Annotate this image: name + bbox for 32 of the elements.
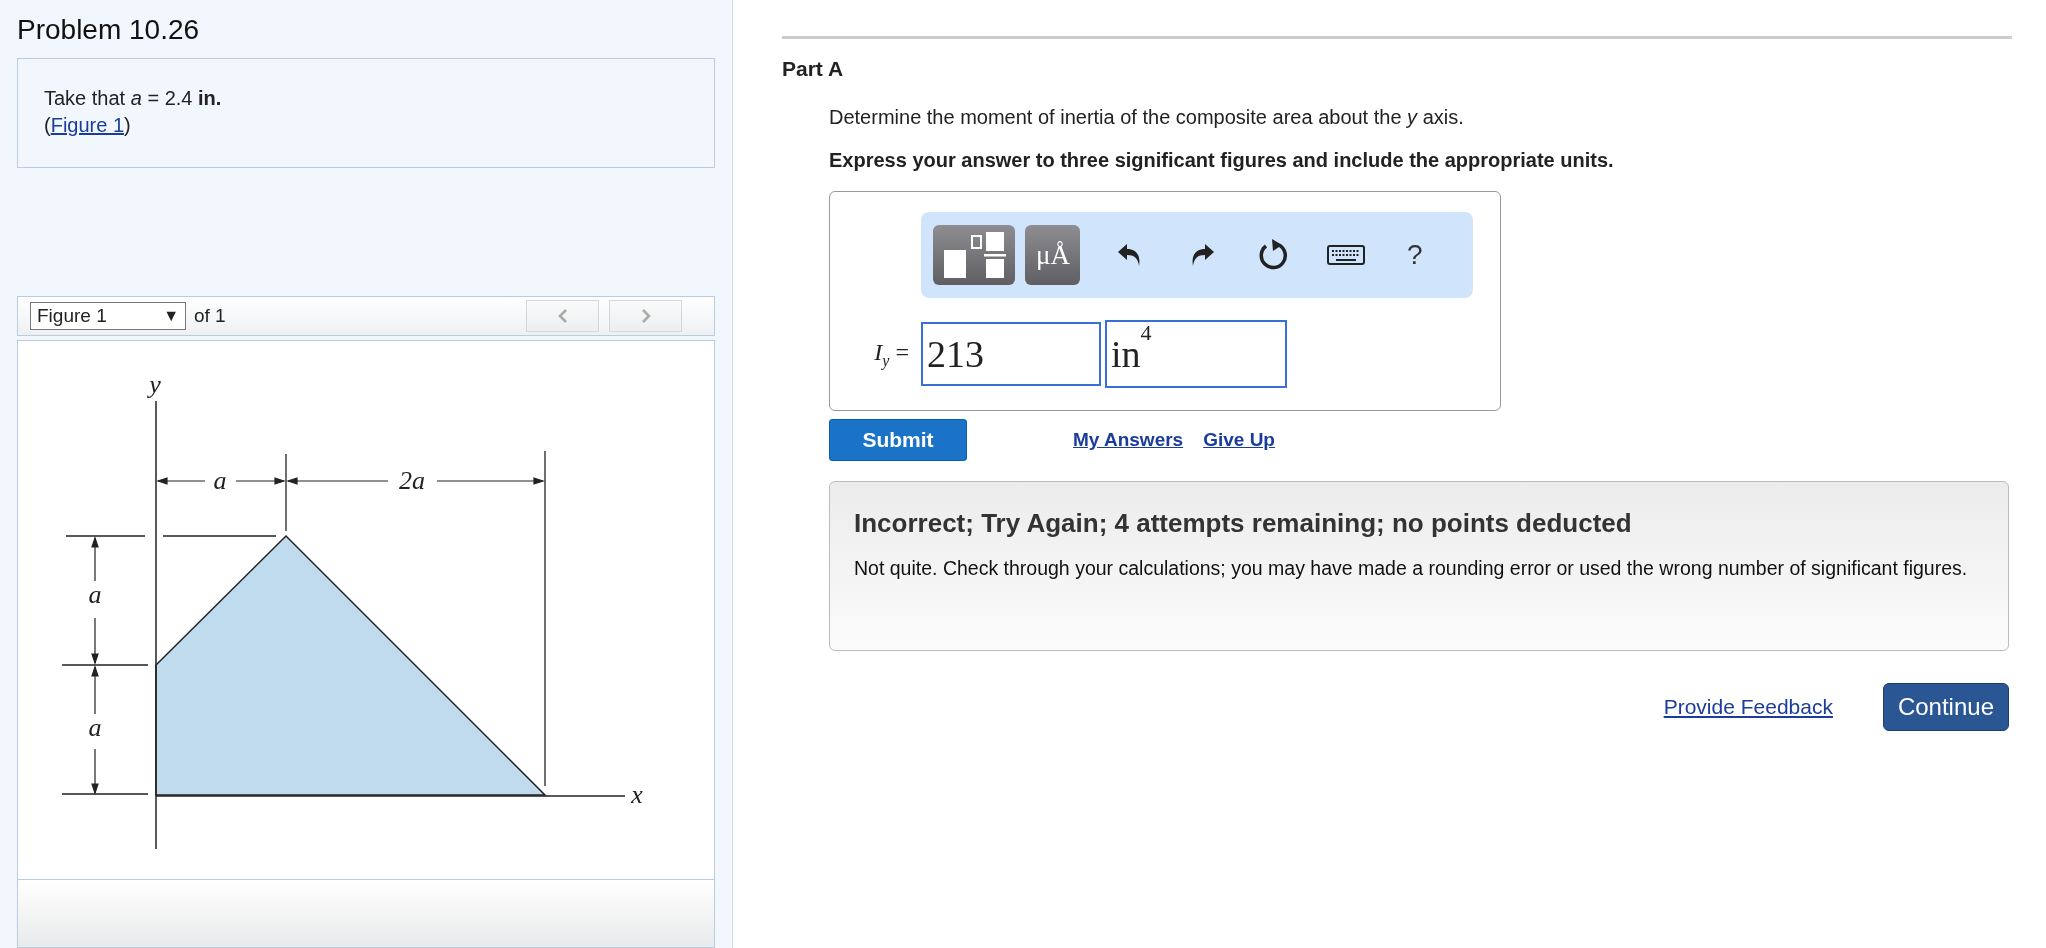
answer-label: I$_{y}$ =	[873, 338, 910, 370]
dimension-label: a	[88, 713, 102, 742]
instruction-text: Express your answer to three significant figures and include the appropriate units.	[829, 149, 1615, 172]
dimension-label: a	[88, 580, 102, 609]
templates-button[interactable]	[933, 225, 1016, 285]
figure-reference: (Figure 1)	[44, 113, 132, 138]
continue-button[interactable]: Continue	[1882, 683, 2009, 731]
templates-icon	[942, 232, 1007, 278]
chevron-left-icon	[557, 308, 568, 324]
submit-button[interactable]: Submit	[829, 419, 967, 461]
axis-label: x	[631, 780, 643, 809]
figure-count: of 1	[194, 305, 226, 327]
feedback-link[interactable]: Provide Feedback	[1663, 695, 1833, 719]
action-link[interactable]: My Answers	[1073, 429, 1184, 451]
axis-label: y	[149, 370, 161, 399]
dimension-label: a	[213, 466, 227, 495]
action-link[interactable]: Give Up	[1203, 429, 1275, 451]
keyboard-icon	[1327, 245, 1366, 265]
part-title: Part A	[782, 57, 845, 81]
value-field[interactable]: 213	[921, 322, 1101, 386]
feedback-message: Not quite. Check through your calculations; you may have made a rounding error or used the wrong number of significant figures.	[854, 556, 1969, 581]
dimension-label: 2a	[399, 466, 425, 495]
question-text: Determine the moment of inertia of the composite area about the y axis.	[829, 106, 1465, 129]
units-field[interactable]: in$^{4}$	[1105, 320, 1287, 388]
figure-link[interactable]: Figure 1	[50, 114, 125, 136]
figure-select[interactable]: Figure 1 ▼	[30, 302, 186, 330]
units-button[interactable]: μÅ	[1025, 225, 1081, 285]
help-button[interactable]: ?	[1396, 225, 1433, 285]
given-text: Take that a = 2.4 in.	[44, 86, 223, 111]
feedback-title: Incorrect; Try Again; 4 attempts remaining; no points deducted	[854, 508, 1633, 539]
problem-title: Problem 10.26	[17, 14, 201, 47]
chevron-right-icon	[640, 308, 651, 324]
